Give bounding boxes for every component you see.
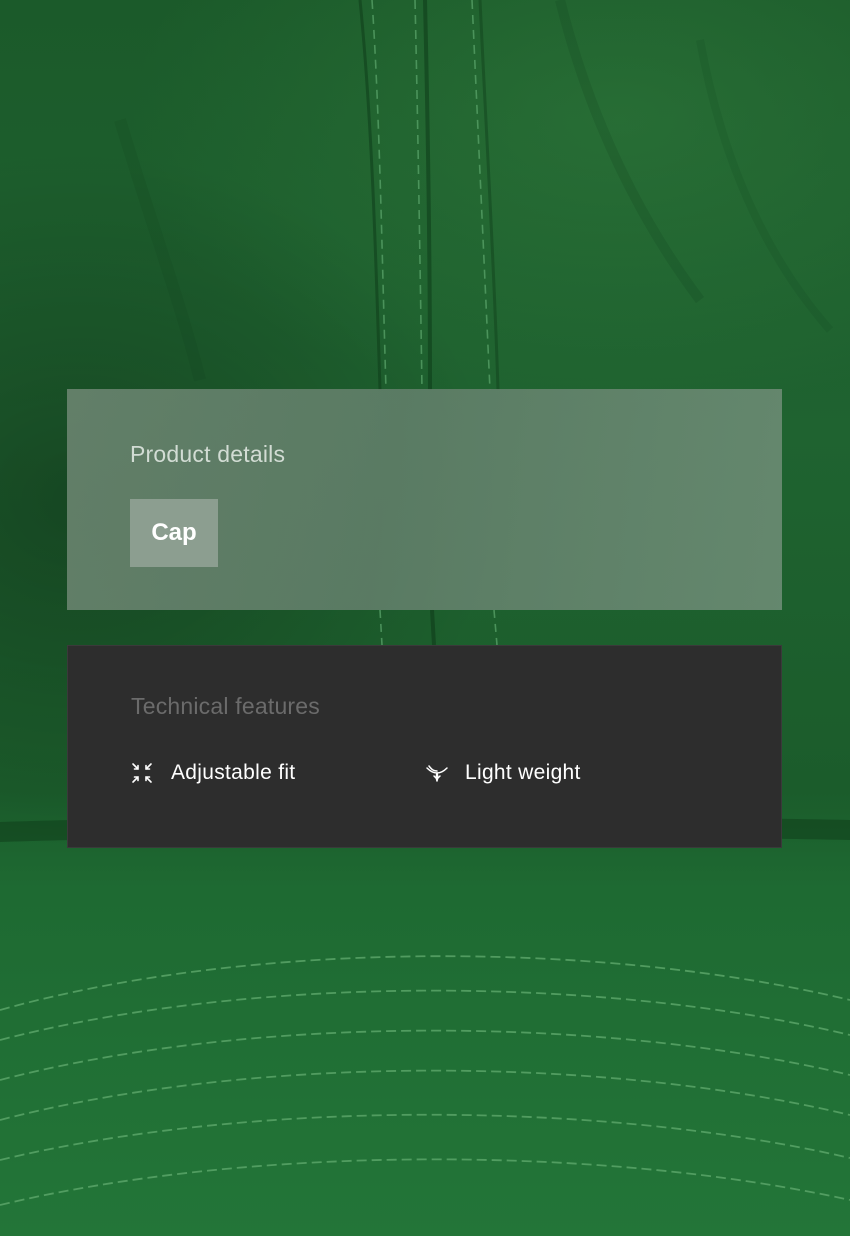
- adjustable-fit-icon: [131, 758, 161, 788]
- features-list: Adjustable fit Light weight: [131, 758, 581, 788]
- fabric-stitching: [0, 0, 850, 1206]
- technical-features-card: Technical features Adjustable fit Light …: [67, 645, 782, 848]
- feature-label: Light weight: [465, 761, 581, 784]
- feature-light-weight: Light weight: [425, 758, 581, 788]
- cap-fabric-background: [0, 0, 850, 1236]
- feature-adjustable-fit: Adjustable fit: [131, 758, 425, 788]
- product-details-card: Product details Cap: [67, 389, 782, 610]
- product-type-tag[interactable]: Cap: [130, 499, 218, 567]
- product-details-title: Product details: [130, 441, 286, 467]
- technical-features-title: Technical features: [131, 693, 320, 719]
- feature-label: Adjustable fit: [171, 761, 296, 784]
- light-weight-icon: [425, 758, 455, 788]
